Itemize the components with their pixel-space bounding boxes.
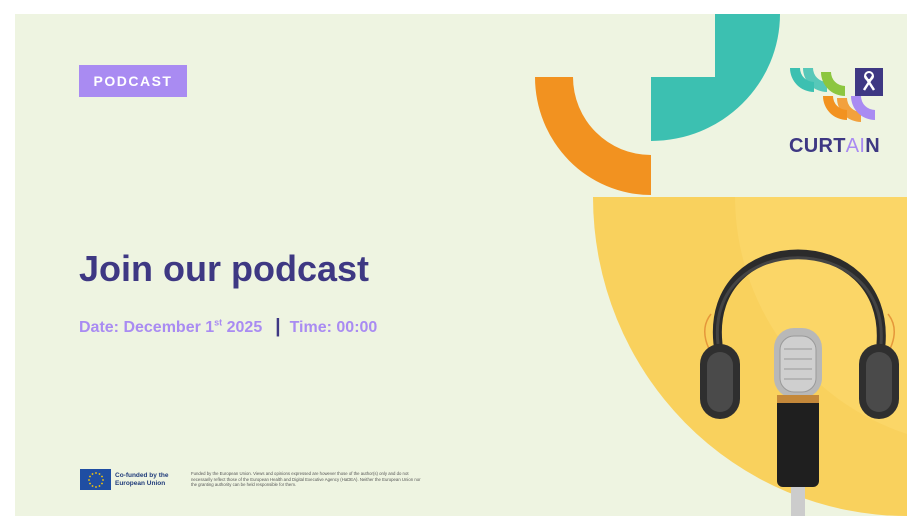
event-details: Date: December 1st 2025 | Time: 00:00 <box>79 316 377 338</box>
podcast-tag: PODCAST <box>79 65 187 97</box>
separator: | <box>275 316 281 337</box>
event-time: Time: 00:00 <box>289 319 378 336</box>
podcast-banner: PODCAST Join our podcast Date: December … <box>15 14 907 516</box>
curtain-logo-text: CURTAIN <box>789 135 880 157</box>
page-title: Join our podcast <box>79 248 370 289</box>
funding-disclaimer: Funded by the European Union. Views and … <box>191 471 421 488</box>
event-date: Date: December 1st 2025 <box>79 317 263 336</box>
teal-arc-shape <box>651 14 780 141</box>
eu-flag-icon <box>80 469 111 490</box>
funding-footer: Co-funded by the European Union Funded b… <box>80 469 421 490</box>
orange-arc-shape <box>535 77 651 195</box>
cofunded-label: Co-funded by the European Union <box>115 471 169 487</box>
curtain-logo-mark <box>790 68 883 122</box>
